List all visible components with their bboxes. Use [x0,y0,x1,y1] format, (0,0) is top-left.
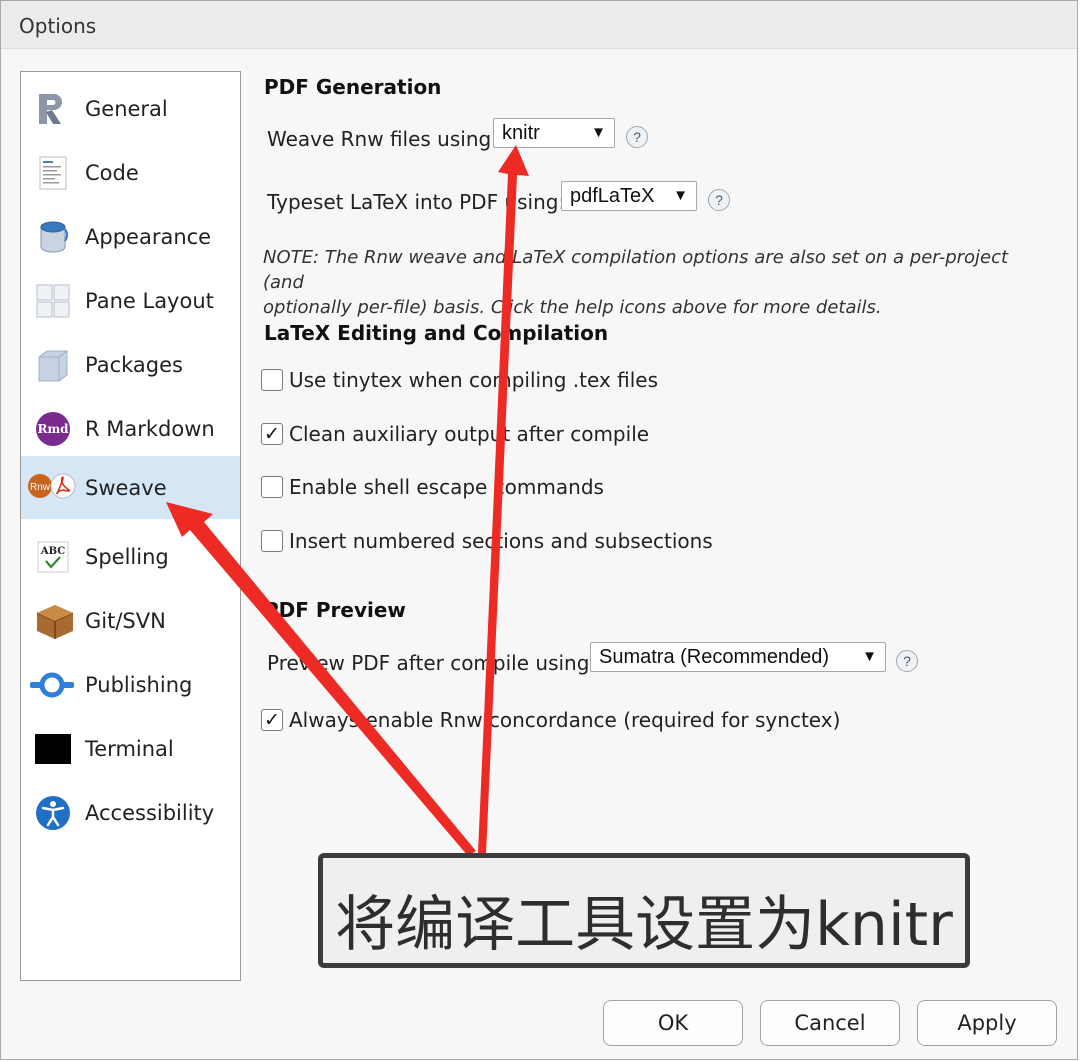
svg-text:Rmd: Rmd [37,422,69,436]
sidebar-item-accessibility[interactable]: Accessibility [21,781,240,844]
dialog-title: Options [19,14,97,38]
sidebar-item-packages[interactable]: Packages [21,333,240,396]
terminal-icon [35,731,71,767]
rmd-icon: Rmd [35,411,71,447]
sidebar-item-label: Terminal [85,737,174,761]
sidebar-item-label: Publishing [85,673,193,697]
numbered-sections-label: Insert numbered sections and subsections [289,529,713,553]
package-box-icon [35,347,71,383]
pdf-generation-heading: PDF Generation [264,75,442,99]
options-sidebar: General Code Appearance Pane Layout Pack… [20,71,241,981]
pane-layout-icon [35,283,71,319]
sidebar-item-label: Packages [85,353,183,377]
weave-label: Weave Rnw files using: [267,127,498,151]
note-line: NOTE: The Rnw weave and LaTeX compilatio… [263,247,1009,293]
sidebar-item-label: Accessibility [85,801,215,825]
code-document-icon [35,155,71,191]
sidebar-item-spelling[interactable]: ABC Spelling [21,525,240,588]
weave-select-value: knitr [502,122,540,144]
latex-editing-heading: LaTeX Editing and Compilation [264,321,609,345]
rnw-pdf-icon: Rnw [27,470,77,506]
help-icon[interactable]: ? [708,189,730,211]
dropdown-arrow-icon: ▼ [862,648,877,665]
sidebar-item-sweave[interactable]: Rnw Sweave [21,456,240,519]
shell-escape-label: Enable shell escape commands [289,475,604,499]
ok-button[interactable]: OK [603,1000,743,1046]
preview-select[interactable]: Sumatra (Recommended) ▼ [590,642,886,672]
help-icon[interactable]: ? [626,126,648,148]
note-text: NOTE: The Rnw weave and LaTeX compilatio… [263,245,1033,320]
sidebar-item-terminal[interactable]: Terminal [21,717,240,780]
dropdown-arrow-icon: ▼ [673,187,688,204]
title-bar: Options [1,1,1077,49]
tinytex-label: Use tinytex when compiling .tex files [289,368,659,392]
typeset-select-value: pdfLaTeX [570,185,655,207]
tinytex-checkbox[interactable] [261,369,283,391]
sidebar-item-label: Git/SVN [85,609,166,633]
concordance-label: Always enable Rnw concordance (required … [289,708,841,732]
sidebar-item-label: Code [85,161,139,185]
annotation-callout-text: 将编译工具设置为knitr [335,890,953,960]
git-box-icon [35,603,74,639]
sidebar-item-pane-layout[interactable]: Pane Layout [21,269,240,332]
sidebar-item-label: Appearance [85,225,212,249]
sidebar-item-git-svn[interactable]: Git/SVN [21,589,240,652]
typeset-select[interactable]: pdfLaTeX ▼ [561,181,697,211]
paint-bucket-icon [35,219,71,255]
sidebar-item-r-markdown[interactable]: Rmd R Markdown [21,397,240,460]
svg-text:Rnw: Rnw [30,482,51,493]
sidebar-item-label: Spelling [85,545,169,569]
cancel-button[interactable]: Cancel [760,1000,900,1046]
sidebar-item-label: Pane Layout [85,289,214,313]
weave-select[interactable]: knitr ▼ [493,118,615,148]
sidebar-item-code[interactable]: Code [21,141,240,204]
note-line: optionally per-file) basis. Click the he… [263,297,882,318]
shell-escape-checkbox[interactable] [261,476,283,498]
apply-button[interactable]: Apply [917,1000,1057,1046]
typeset-label: Typeset LaTeX into PDF using: [267,190,566,214]
dropdown-arrow-icon: ▼ [591,124,606,141]
preview-select-value: Sumatra (Recommended) [599,646,830,668]
help-icon[interactable]: ? [896,650,918,672]
spellcheck-icon: ABC [35,539,71,575]
sidebar-item-general[interactable]: General [21,77,240,140]
sidebar-item-label: General [85,97,168,121]
accessibility-icon [35,795,71,831]
svg-text:ABC: ABC [40,546,65,557]
sidebar-item-publishing[interactable]: Publishing [21,653,240,716]
sidebar-item-appearance[interactable]: Appearance [21,205,240,268]
numbered-sections-checkbox[interactable] [261,530,283,552]
pdf-preview-heading: PDF Preview [264,598,406,622]
sidebar-item-label: R Markdown [85,417,215,441]
annotation-callout: 将编译工具设置为knitr [318,853,970,968]
publishing-icon [29,667,75,703]
clean-aux-checkbox[interactable]: ✓ [261,423,283,445]
concordance-checkbox[interactable]: ✓ [261,709,283,731]
clean-aux-label: Clean auxiliary output after compile [289,422,650,446]
sidebar-item-label: Sweave [85,476,167,500]
r-logo-icon [35,91,71,127]
preview-label: Preview PDF after compile using: [267,651,597,675]
